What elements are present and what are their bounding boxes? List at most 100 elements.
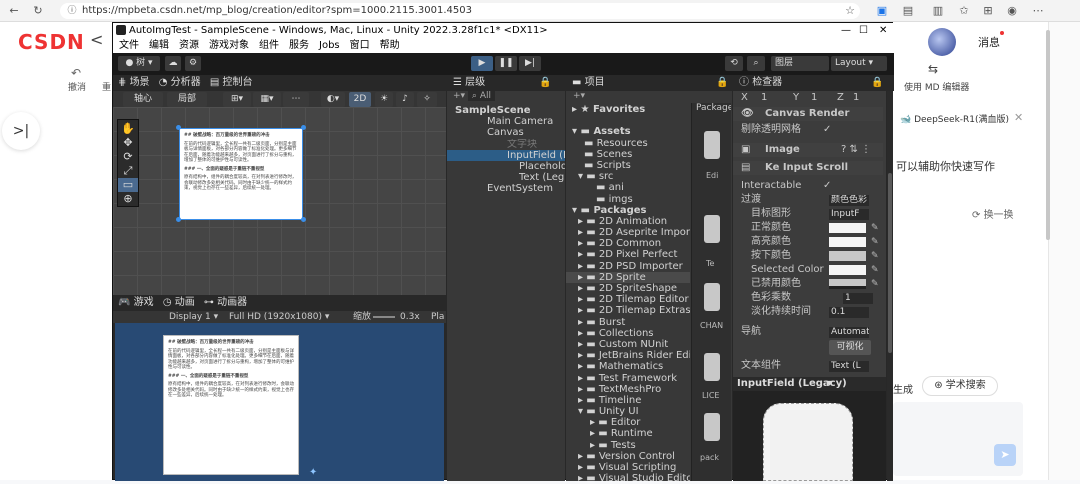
file-icon[interactable] (704, 131, 720, 159)
component-menu-icon[interactable]: ? ⇅ ⋮ (841, 143, 871, 157)
back-button[interactable]: < (90, 30, 103, 49)
package-item[interactable]: ▸ ▬ Test Framework (566, 373, 690, 384)
more-menu-icon[interactable]: ⋯ (1030, 3, 1046, 19)
audio-icon[interactable]: ♪ (396, 92, 414, 107)
snap-icon[interactable]: ⊞▾ (223, 92, 251, 107)
rect-handle[interactable] (176, 125, 181, 130)
add-asset-icon[interactable]: +▾ (573, 91, 585, 101)
package-item[interactable]: ▸ ▬ TextMeshPro (566, 384, 690, 395)
disabled-color-swatch[interactable] (829, 279, 866, 289)
menu-file[interactable]: 文件 (119, 38, 139, 53)
package-item[interactable]: ▸ ▬ Custom NUnit (566, 339, 690, 350)
academic-search-button[interactable]: ⊛ 学术搜索 (922, 376, 998, 396)
hierarchy-item[interactable]: InputField (L (447, 149, 565, 161)
scale-tool-icon[interactable]: ⤢ (118, 164, 138, 178)
project-item[interactable]: ▾ ▬ src (566, 171, 690, 182)
eyedropper-icon[interactable]: ✎ (871, 249, 879, 263)
scale-z-value[interactable]: 1 (853, 91, 859, 105)
hand-tool-icon[interactable]: ✋ (118, 122, 138, 136)
collections-icon[interactable]: ⊞ (980, 3, 996, 19)
layers-dropdown[interactable]: 图层 (771, 56, 829, 71)
hierarchy-title[interactable]: 层级 (465, 77, 485, 88)
grid-snap-icon[interactable]: ▦▾ (253, 92, 281, 107)
package-item[interactable]: ▸ ▬ Mathematics (566, 361, 690, 372)
menu-services[interactable]: 服务 (289, 38, 309, 53)
package-item[interactable]: ▸ ▬ Timeline (566, 395, 690, 406)
target-field[interactable]: InputF (829, 208, 869, 220)
profile-icon[interactable]: ◉ (1004, 3, 1020, 19)
menu-help[interactable]: 帮助 (380, 38, 400, 53)
refresh-button[interactable]: ⟳ 换一换 (972, 206, 1014, 221)
hierarchy-item[interactable]: EventSystem (447, 183, 565, 194)
undo-icon[interactable]: ↶ (71, 66, 81, 80)
undo-label[interactable]: 撤消 (68, 80, 86, 93)
lock-icon[interactable]: 🔒 (871, 75, 883, 91)
pivot-toggle[interactable]: 轴心 (123, 92, 163, 107)
package-item[interactable]: ▸ ▬ 2D SpriteShape (566, 283, 690, 294)
hierarchy-item[interactable]: 文字块 (447, 139, 565, 150)
split-screen-icon[interactable]: ▥ (930, 3, 946, 19)
package-item[interactable]: ▸ ▬ Burst (566, 317, 690, 328)
page-scrollbar[interactable] (1048, 22, 1080, 480)
close-window-icon[interactable]: ✕ (879, 23, 887, 38)
generate-button[interactable]: 生成 (893, 381, 913, 396)
package-item[interactable]: ▸ ▬ Visual Scripting (566, 462, 690, 473)
md-editor-link[interactable]: 使用 MD 编辑器 (904, 80, 969, 93)
pause-button[interactable]: ❚❚ (495, 56, 517, 71)
package-item[interactable]: ▸ ▬ 2D Pixel Perfect (566, 249, 690, 260)
tab-game[interactable]: 🎮 游戏 (118, 297, 154, 308)
inspector-title[interactable]: 检查器 (752, 77, 782, 88)
rect-handle[interactable] (301, 125, 306, 130)
package-item[interactable]: ▸ ▬ Editor (566, 417, 690, 428)
step-button[interactable]: ▶| (519, 56, 541, 71)
maximize-icon[interactable]: ☐ (859, 23, 868, 38)
favorite-star-icon[interactable]: ☆ (842, 3, 858, 19)
package-item[interactable]: ▾ ▬ Unity UI (566, 406, 690, 417)
package-item[interactable]: ▸ ▬ 2D Animation (566, 216, 690, 227)
tab-profiler[interactable]: ◔ 分析器 (159, 77, 201, 88)
package-item[interactable]: ▸ ▬ 2D Tilemap Extras (566, 305, 690, 316)
account-button[interactable]: ● 树 ▾ (118, 56, 160, 71)
site-info-icon[interactable]: ⓘ (64, 3, 80, 19)
normal-color-swatch[interactable] (829, 223, 866, 233)
hierarchy-item[interactable]: Placehold (447, 161, 565, 172)
history-icon[interactable]: ⟲ (725, 56, 743, 71)
navigation-dropdown[interactable]: Automati (829, 326, 869, 338)
address-bar[interactable]: https://mpbeta.csdn.net/mp_blog/creation… (60, 3, 860, 19)
scroll-thumb[interactable] (1046, 30, 1050, 240)
project-item[interactable]: ▬ Resources (566, 138, 690, 149)
increment-icon[interactable]: ⋯ (283, 92, 309, 107)
package-item[interactable]: ▸ ▬ 2D Tilemap Editor (566, 294, 690, 305)
inspector-scroll-thumb[interactable] (888, 173, 892, 353)
resolution-dropdown[interactable]: Full HD (1920x1080) ▾ (229, 311, 329, 323)
search-icon[interactable]: ⌕ (747, 56, 765, 71)
menu-assets[interactable]: 资源 (179, 38, 199, 53)
hierarchy-item[interactable]: Main Camera (447, 116, 565, 127)
tab-animator[interactable]: ⊶ 动画器 (204, 297, 247, 308)
menu-jobs[interactable]: Jobs (319, 38, 340, 53)
light-icon[interactable]: ☀ (375, 92, 393, 107)
file-icon[interactable] (704, 283, 720, 311)
eyedropper-icon[interactable]: ✎ (871, 235, 879, 249)
package-item[interactable]: ▸ ▬ 2D PSD Importer (566, 261, 690, 272)
transform-tool-icon[interactable]: ⊕ (118, 192, 138, 206)
play-focus-dropdown[interactable]: Pla (431, 311, 444, 323)
script-header[interactable]: ▤ Ke Input Scroll (733, 161, 883, 175)
shading-icon[interactable]: ◐▾ (321, 92, 345, 107)
cloud-icon[interactable]: ☁ (165, 56, 181, 71)
hierarchy-item[interactable]: Text (Leg (447, 172, 565, 183)
menu-gameobject[interactable]: 游戏对象 (209, 38, 249, 53)
file-icon[interactable] (704, 353, 720, 381)
fade-field[interactable]: 0.1 (829, 306, 869, 318)
package-item[interactable]: ▸ ▬ Runtime (566, 428, 690, 439)
selected-color-swatch[interactable] (829, 265, 866, 275)
visualize-button[interactable]: 可视化 (829, 340, 871, 355)
file-icon[interactable] (704, 413, 720, 441)
package-item[interactable]: ▸ ▬ JetBrains Rider Editor (566, 350, 690, 361)
package-item[interactable]: ▸ ▬ Version Control (566, 451, 690, 462)
eyedropper-icon[interactable]: ✎ (871, 263, 879, 277)
hierarchy-item[interactable]: SampleScene (447, 105, 565, 116)
menu-edit[interactable]: 编辑 (149, 38, 169, 53)
wallet-icon[interactable]: ▤ (900, 3, 916, 19)
eyedropper-icon[interactable]: ✎ (871, 221, 879, 235)
